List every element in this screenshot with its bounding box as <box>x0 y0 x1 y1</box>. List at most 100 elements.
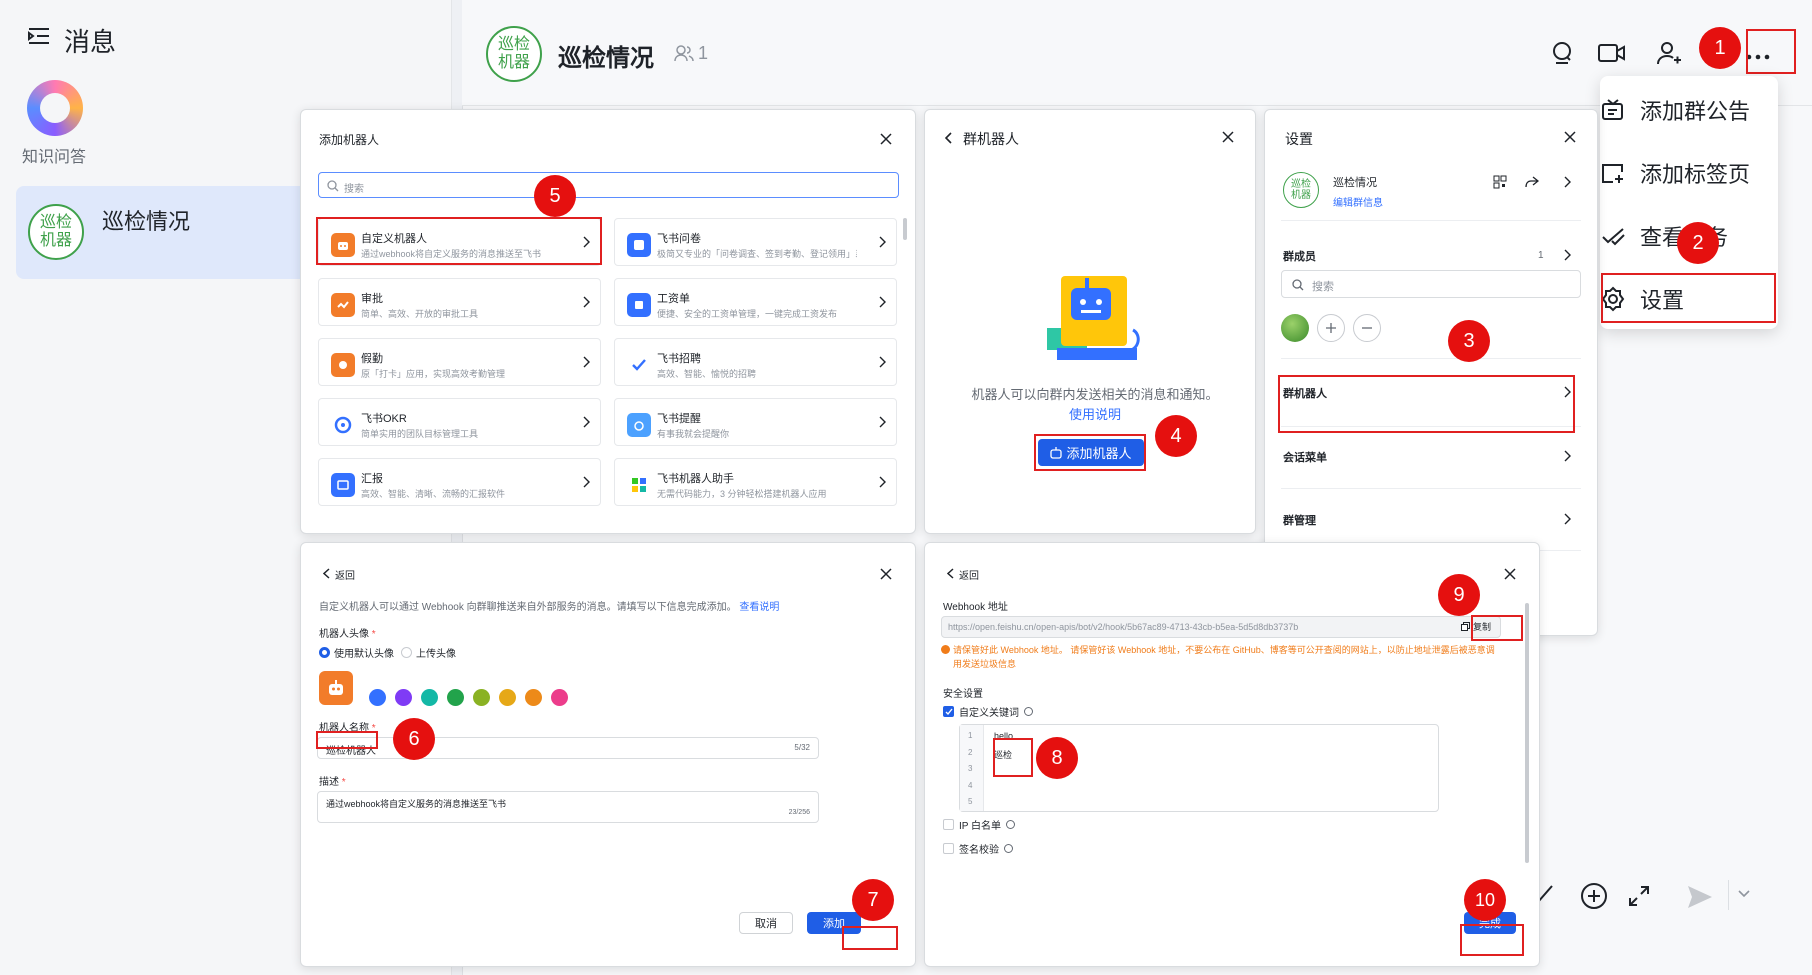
color-swatch[interactable] <box>525 689 542 706</box>
group-avatar[interactable]: 巡检机器 <box>486 26 542 82</box>
share-icon[interactable] <box>1525 175 1539 189</box>
gear-icon <box>1600 286 1626 312</box>
add-robot-button[interactable]: 添加机器人 <box>1038 439 1144 466</box>
step-badge: 9 <box>1438 574 1480 616</box>
menu-item-announcement[interactable]: 添加群公告 <box>1600 94 1750 126</box>
robot-card[interactable]: 飞书提醒 有事我就会提醒你 <box>614 398 897 446</box>
back-link[interactable]: 返回 <box>959 567 979 582</box>
webhook-url-field[interactable]: https://open.feishu.cn/open-apis/bot/v2/… <box>941 616 1501 638</box>
add-icon[interactable] <box>1580 882 1608 910</box>
chevron-right-icon[interactable] <box>1563 513 1571 525</box>
send-icon[interactable] <box>1686 884 1714 910</box>
avatar-default-radio[interactable]: 使用默认头像 <box>319 645 394 660</box>
add-member-circle-icon[interactable] <box>1317 314 1345 342</box>
keyword-line[interactable]: 2 巡检 <box>960 746 1430 763</box>
custom-robot-form: 返回 自定义机器人可以通过 Webhook 向群聊推送来自外部服务的消息。请填写… <box>300 542 916 967</box>
chevron-right-icon[interactable] <box>1563 386 1571 398</box>
keywords-editor[interactable]: 1 hello 2 巡检 3 4 5 <box>959 724 1439 812</box>
robot-card[interactable]: 飞书问卷 极简又专业的「问卷调查、签到考勤、登记领用」系统 <box>614 218 897 266</box>
robot-card[interactable]: 飞书招聘 高效、智能、愉悦的招聘 <box>614 338 897 386</box>
avatar-upload-radio[interactable]: 上传头像 <box>401 645 456 660</box>
keyword-line[interactable]: 5 <box>960 795 1430 812</box>
robot-card[interactable]: 审批 简单、高效、开放的审批工具 <box>318 278 601 326</box>
keyword-line[interactable]: 3 <box>960 762 1430 779</box>
back-link[interactable]: 返回 <box>335 567 355 582</box>
edit-group-info-link[interactable]: 编辑群信息 <box>1333 194 1383 209</box>
color-swatch[interactable] <box>395 689 412 706</box>
name-label: 机器人名称 * <box>319 723 376 734</box>
send-options-chevron-icon[interactable] <box>1738 890 1750 898</box>
robot-card[interactable]: 自定义机器人 通过webhook将自定义服务的消息推送至飞书 <box>318 218 601 266</box>
color-swatch[interactable] <box>551 689 568 706</box>
add-member-icon[interactable] <box>1656 40 1682 66</box>
chevron-right-icon[interactable] <box>1563 249 1571 261</box>
cancel-button[interactable]: 取消 <box>739 912 793 934</box>
more-icon[interactable] <box>1746 54 1770 60</box>
member-count: 1 <box>698 43 709 63</box>
color-swatch[interactable] <box>499 689 516 706</box>
video-call-icon[interactable] <box>1598 42 1626 64</box>
close-icon[interactable] <box>879 132 897 150</box>
chevron-right-icon[interactable] <box>1563 176 1571 188</box>
keyword-line[interactable]: 4 <box>960 779 1430 796</box>
keyword-line[interactable]: 1 hello <box>960 729 1430 746</box>
color-swatch[interactable] <box>473 689 490 706</box>
search-icon[interactable] <box>1550 40 1576 66</box>
scrollbar[interactable] <box>1525 603 1529 863</box>
menu-item-settings[interactable]: 设置 <box>1600 283 1684 315</box>
back-chevron-icon[interactable] <box>945 132 953 144</box>
keyword-checkbox[interactable]: 自定义关键词 <box>943 704 1033 719</box>
signature-checkbox[interactable]: 签名校验 <box>943 841 1013 856</box>
robot-card[interactable]: 飞书OKR 简单实用的团队目标管理工具 <box>318 398 601 446</box>
member-avatar[interactable] <box>1281 314 1309 342</box>
settings-title: 设置 <box>1285 131 1313 147</box>
scrollbar[interactable] <box>903 218 907 240</box>
step-badge: 5 <box>534 175 576 217</box>
robot-card[interactable]: 汇报 高效、智能、清晰、流畅的汇报软件 <box>318 458 601 506</box>
line-number: 3 <box>968 764 973 773</box>
robot-desc-textarea[interactable]: 通过webhook将自定义服务的消息推送至飞书 23/256 <box>317 791 819 823</box>
color-swatch[interactable] <box>447 689 464 706</box>
color-swatch[interactable] <box>369 689 386 706</box>
close-icon[interactable] <box>1221 130 1239 148</box>
color-swatch[interactable] <box>421 689 438 706</box>
members-icon[interactable] <box>674 44 694 62</box>
close-icon[interactable] <box>1563 130 1581 148</box>
line-number: 2 <box>968 747 973 757</box>
members-count: 1 <box>1538 250 1544 261</box>
ip-whitelist-checkbox[interactable]: IP 白名单 <box>943 817 1016 832</box>
member-search-input[interactable]: 搜索 <box>1281 270 1581 298</box>
add-tab-icon <box>1600 160 1626 186</box>
add-robot-title: 添加机器人 <box>319 133 380 147</box>
robot-card[interactable]: 假勤 原「打卡」应用，实现高效考勤管理 <box>318 338 601 386</box>
expand-icon[interactable] <box>1627 884 1651 908</box>
menu-item-add-tab[interactable]: 添加标签页 <box>1600 157 1750 189</box>
group-robot-title: 群机器人 <box>963 131 1019 147</box>
robot-card[interactable]: 工资单 便捷、安全的工资单管理，一键完成工资发布 <box>614 278 897 326</box>
close-icon[interactable] <box>879 567 897 585</box>
robot-search-input[interactable]: 搜索 <box>318 172 899 198</box>
app-label[interactable]: 知识问答 <box>22 143 86 167</box>
session-menu-row[interactable]: 会话菜单 <box>1283 449 1327 465</box>
copy-button[interactable]: 复制 <box>1461 620 1491 633</box>
group-manage-row[interactable]: 群管理 <box>1283 512 1316 528</box>
add-button[interactable]: 添加 <box>807 912 861 934</box>
close-icon[interactable] <box>1503 567 1521 585</box>
back-chevron-icon[interactable] <box>323 568 330 579</box>
remove-member-circle-icon[interactable] <box>1353 314 1381 342</box>
conversation-avatar: 巡检机器 <box>28 204 84 260</box>
settings-group-avatar: 巡检机器 <box>1283 172 1319 208</box>
qr-code-icon[interactable] <box>1493 175 1507 189</box>
intro-help-link[interactable]: 查看说明 <box>739 602 779 613</box>
back-chevron-icon[interactable] <box>947 568 954 579</box>
robot-card[interactable]: 飞书机器人助手 无需代码能力，3 分钟轻松搭建机器人应用 <box>614 458 897 506</box>
group-robot-row[interactable]: 群机器人 <box>1283 385 1327 401</box>
menu-collapse-icon[interactable] <box>28 26 50 46</box>
conversation-name: 巡检情况 <box>102 209 191 234</box>
keyword-text: hello <box>994 731 1014 741</box>
chevron-right-icon[interactable] <box>1563 450 1571 462</box>
app-logo[interactable] <box>27 80 83 136</box>
step-badge: 10 <box>1464 879 1506 921</box>
group-robot-desc: 机器人可以向群内发送相关的消息和通知。 <box>971 387 1219 402</box>
line-number: 1 <box>968 731 973 740</box>
